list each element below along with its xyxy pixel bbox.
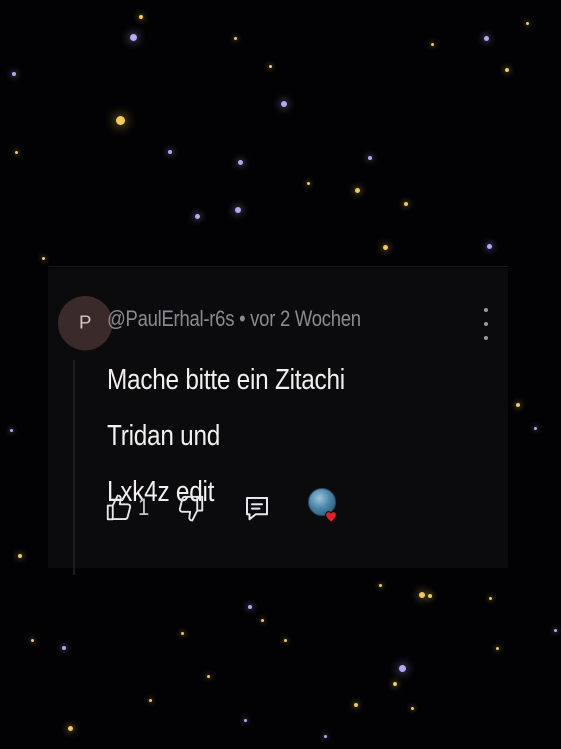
star [67, 725, 73, 731]
star [323, 734, 327, 738]
card-divider [48, 266, 508, 267]
star [233, 36, 237, 40]
thread-line [73, 360, 75, 575]
star [410, 706, 414, 710]
star [430, 42, 434, 46]
star [180, 631, 184, 635]
star [306, 181, 310, 185]
star [404, 202, 408, 206]
star [393, 682, 397, 686]
author-name[interactable]: @PaulErhal-r6s [107, 306, 234, 331]
star [354, 187, 360, 193]
reply-icon [246, 497, 268, 521]
star [248, 605, 252, 609]
star [194, 213, 200, 219]
star [419, 592, 425, 598]
star [525, 21, 529, 25]
star [206, 674, 210, 678]
star [235, 207, 241, 213]
star [488, 596, 492, 600]
star [378, 583, 382, 587]
star [283, 638, 287, 642]
star [237, 159, 243, 165]
star [268, 64, 272, 68]
star [129, 33, 137, 41]
star [428, 594, 432, 598]
star [139, 15, 143, 19]
star [260, 618, 264, 622]
time-ago[interactable]: vor 2 Wochen [250, 306, 361, 331]
star [148, 698, 152, 702]
comment-text-line: Mache bitte ein Zitachi Tridan und [107, 364, 345, 452]
star [9, 428, 13, 432]
star [553, 628, 557, 632]
star [495, 646, 499, 650]
star [41, 256, 45, 260]
more-vert-icon[interactable] [478, 308, 494, 340]
star [368, 156, 372, 160]
star [516, 403, 520, 407]
star [168, 150, 172, 154]
star [62, 646, 66, 650]
star [18, 554, 22, 558]
star [281, 101, 287, 107]
like-count: 1 [138, 494, 150, 521]
dislike-button[interactable] [176, 488, 206, 528]
star [533, 426, 537, 430]
star [483, 35, 489, 41]
star [115, 115, 125, 125]
reply-button[interactable] [242, 488, 272, 528]
star [30, 638, 34, 642]
star [354, 703, 358, 707]
heart-icon [325, 511, 337, 523]
star [382, 244, 388, 250]
meta-separator: • [234, 306, 251, 331]
like-button[interactable]: 1 [104, 488, 151, 528]
thumbs-down-icon [178, 495, 204, 522]
star [243, 718, 247, 722]
avatar[interactable]: P [58, 296, 113, 351]
star [14, 150, 18, 154]
star [505, 68, 509, 72]
avatar-letter: P [78, 313, 92, 334]
star [486, 243, 492, 249]
star [12, 72, 16, 76]
star [398, 664, 406, 672]
thumbs-up-icon [106, 494, 132, 521]
comment-meta: @PaulErhal-r6s • vor 2 Wochen [107, 306, 361, 332]
